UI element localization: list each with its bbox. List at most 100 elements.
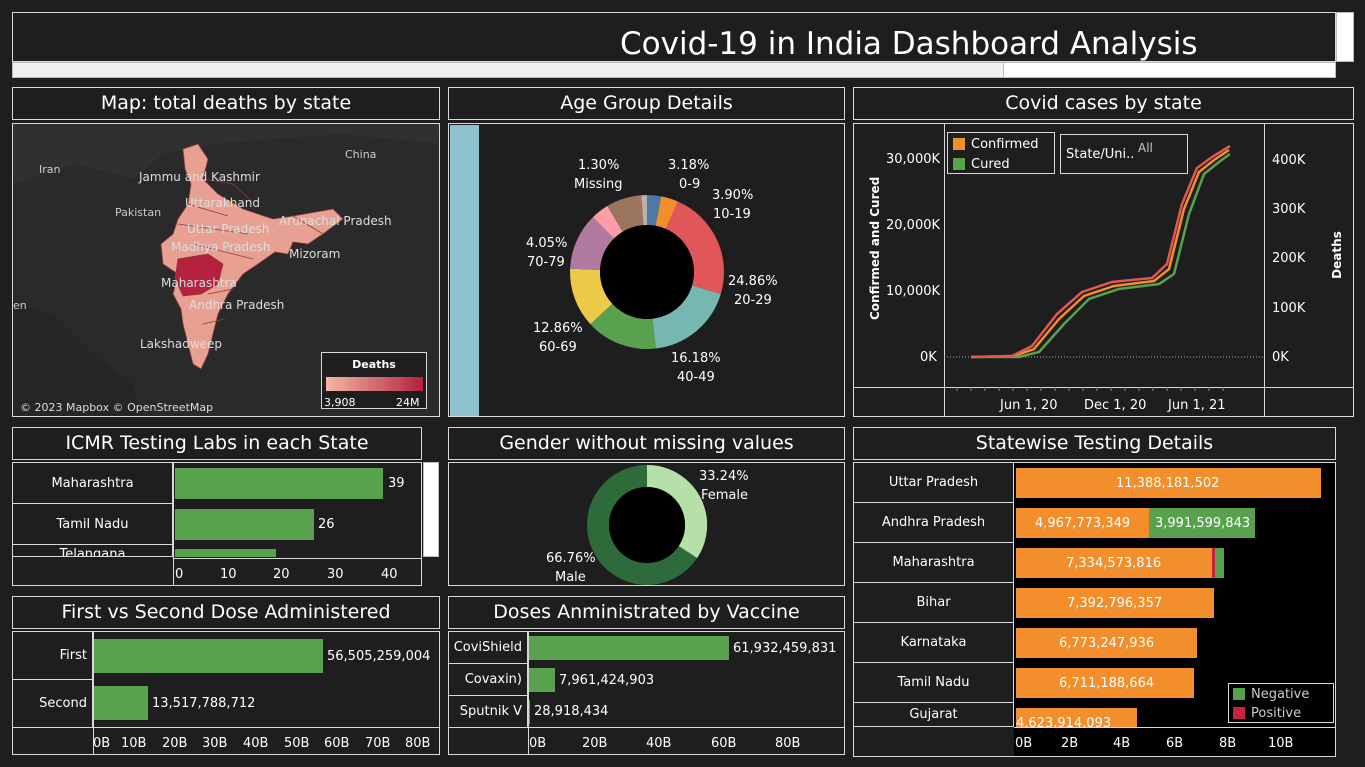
icmr-row-tamilnadu[interactable]: Tamil Nadu [13,504,173,545]
age-donut[interactable] [449,124,845,417]
confirmed-swatch [953,138,965,150]
icmr-tick-30: 30 [327,567,344,582]
dose-tick-20b: 20B [162,736,188,751]
vaccine-value-covaxin: 7,961,424,903 [559,673,655,688]
testing-row-ap[interactable]: Andhra Pradesh [854,503,1014,543]
map-legend-gradient [326,377,423,391]
icmr-tick-10: 10 [220,567,237,582]
dose-tick-40b: 40B [243,736,269,751]
testing-tick-4b: 4B [1113,736,1131,751]
map-credit[interactable]: © 2023 Mapbox © OpenStreetMap [20,401,213,414]
dose-tick-0b: 0B [93,736,111,751]
age-label-40-49: 40-49 [677,370,715,385]
icmr-title: ICMR Testing Labs in each State [12,427,422,460]
icmr-bar-maharashtra[interactable] [175,468,383,499]
cases-legend: Confirmed Cured [947,132,1055,174]
testing-title: Statewise Testing Details [853,427,1336,460]
page-title: Covid-19 in India Dashboard Analysis [620,26,1198,62]
vaccine-value-sputnik: 28,918,434 [534,704,609,719]
vaccine-row-sputnik[interactable]: Sputnik V [449,696,528,727]
age-label-70-79: 70-79 [527,255,565,270]
testing-value-gujarat: 4,623,914,093 [1016,716,1112,727]
dose-tick-10b: 10B [121,736,147,751]
icmr-tick-0: 0 [175,567,184,582]
map-label-pakistan: Pakistan [115,206,162,219]
testing-tick-2b: 2B [1061,736,1079,751]
icmr-row-telangana[interactable]: Telangana [13,545,173,557]
age-slice-8[interactable] [607,195,645,233]
icmr-value-maharashtra: 39 [388,476,405,491]
vaccine-bar-covishield[interactable] [529,636,729,660]
age-label-60-69-pct: 12.86% [533,321,583,336]
legend-negative: Negative [1251,687,1310,702]
vaccine-row-covishield[interactable]: CoviShield [449,632,528,664]
testing-bar-maharashtra-neg2[interactable] [1215,548,1224,578]
map-panel[interactable]: China Iran Pakistan Jammu and Kashmir Ut… [12,123,440,417]
map-legend-title: Deaths [352,358,396,371]
icmr-scrollbar[interactable] [423,462,439,557]
header-scroll-box[interactable] [1336,12,1354,62]
testing-row-maharashtra[interactable]: Maharashtra [854,543,1014,583]
testing-value-tamilnadu: 6,711,188,664 [1059,676,1155,691]
dose-row-second[interactable]: Second [13,680,93,727]
vaccine-bar-covaxin[interactable] [529,668,555,692]
age-label-70-79-pct: 4.05% [526,236,568,251]
icmr-bar-telangana[interactable] [175,549,276,557]
map-label-mizoram: Mizoram [289,247,341,261]
dose-tick-70b: 70B [365,736,391,751]
map-label-iran: Iran [39,163,61,176]
map-label-jk: Jammu and Kashmir [139,170,260,184]
gender-male-label: Male [555,570,586,585]
age-label-0-9-pct: 3.18% [668,158,710,173]
header-scrollbar-thumb[interactable] [1003,63,1335,77]
age-slice-7[interactable] [592,206,624,239]
vaccine-row-covaxin[interactable]: Covaxin) [449,664,528,696]
testing-tick-10b: 10B [1268,736,1294,751]
testing-value-karnataka: 6,773,247,936 [1059,636,1155,651]
age-slice-0[interactable] [646,195,662,226]
state-filter-value[interactable]: All [1138,141,1153,155]
testing-row-gujarat[interactable]: Gujarat [854,703,1014,727]
gender-female-pct: 33.24% [699,469,749,484]
deaths-line [970,144,1231,359]
age-slice-5[interactable] [570,268,613,325]
testing-value-ap-pos: 3,991,599,843 [1155,516,1251,531]
map-label-en: en [13,299,27,312]
dose-x-axis [13,727,439,728]
dose-tick-60b: 60B [324,736,350,751]
testing-row-bihar[interactable]: Bihar [854,583,1014,623]
map-label-mp: Madhya Pradesh [171,240,271,254]
vaccine-bar-sputnik[interactable] [529,700,530,724]
map-label-china: China [345,148,377,161]
icmr-bar-tamilnadu[interactable] [175,509,314,540]
dose-bar-first[interactable] [94,639,323,673]
testing-tick-6b: 6B [1166,736,1184,751]
dose-row-first[interactable]: First [13,632,93,680]
age-slice-1[interactable] [655,196,678,230]
vaccine-x-axis [449,727,844,728]
vaccine-tick-60b: 60B [711,736,737,751]
testing-row-karnataka[interactable]: Karnataka [854,623,1014,663]
icmr-panel: Maharashtra Tamil Nadu Telangana 39 26 0… [12,462,422,586]
dose-tick-80b: 80B [405,736,431,751]
gender-donut[interactable] [449,463,845,586]
dose-value-first: 56,505,259,004 [327,649,431,664]
testing-row-up[interactable]: Uttar Pradesh [854,463,1014,503]
map-title: Map: total deaths by state [12,87,440,120]
testing-row-tamilnadu[interactable]: Tamil Nadu [854,663,1014,703]
cases-panel: Confirmed and Cured Deaths 30,000K 20,00… [853,123,1354,417]
age-title: Age Group Details [448,87,845,120]
dose-panel: First Second 56,505,259,004 13,517,788,7… [12,631,440,755]
age-slice-6[interactable] [570,217,615,271]
testing-x-axis [1014,727,1335,728]
state-filter[interactable]: State/Uni.. All [1060,134,1188,174]
gender-male-pct: 66.76% [546,551,596,566]
age-label-20-29: 20-29 [734,293,772,308]
age-label-missing-pct: 1.30% [578,158,620,173]
dose-bar-second[interactable] [94,686,148,720]
age-label-20-29-pct: 24.86% [728,274,778,289]
cases-title: Covid cases by state [853,87,1354,120]
state-filter-label: State/Uni.. [1066,147,1135,162]
icmr-row-maharashtra[interactable]: Maharashtra [13,463,173,504]
testing-legend: Negative Positive [1228,683,1334,723]
